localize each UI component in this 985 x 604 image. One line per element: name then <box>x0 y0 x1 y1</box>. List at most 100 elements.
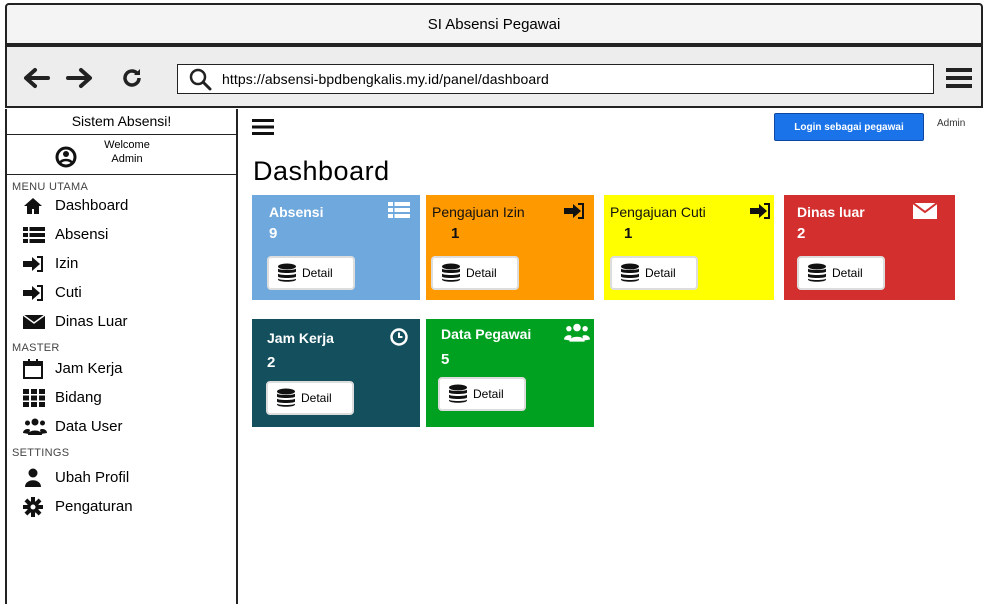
sidebar-item-dinas-luar[interactable]: Dinas Luar <box>7 307 236 336</box>
sidebar-item-label: Ubah Profil <box>55 469 130 486</box>
card-count: 1 <box>451 225 460 242</box>
card-count: 9 <box>269 225 278 242</box>
sidebar-item-pengaturan[interactable]: Pengaturan <box>7 492 236 521</box>
user-circle-icon <box>55 146 77 168</box>
login-as-employee-button[interactable]: Login sebagai pegawai <box>774 113 924 141</box>
users-icon <box>23 418 49 436</box>
database-icon <box>808 263 826 282</box>
user-icon <box>23 468 49 488</box>
detail-button[interactable]: Detail <box>438 377 526 411</box>
browser-window: SI Absensi Pegawai https://absensi-bpdbe… <box>0 0 985 604</box>
envelope-icon <box>23 313 49 330</box>
sidebar-item-label: Bidang <box>55 389 102 406</box>
section-settings: SETTINGS <box>12 447 70 459</box>
reload-icon <box>123 69 141 87</box>
envelope-icon <box>913 203 937 219</box>
database-icon <box>277 388 295 407</box>
back-button[interactable] <box>21 63 51 93</box>
grid-icon <box>23 388 49 407</box>
card-count: 5 <box>441 351 450 368</box>
menu-icon <box>946 68 972 88</box>
sidebar-item-label: Izin <box>55 255 79 272</box>
cog-icon <box>23 496 49 517</box>
arrow-left-icon <box>24 68 50 88</box>
detail-label: Detail <box>473 387 504 401</box>
card-dinas-luar: Dinas luar 2 Detail <box>784 195 955 300</box>
user-name: Admin <box>111 153 143 165</box>
detail-label: Detail <box>302 266 333 280</box>
list-icon <box>23 226 49 244</box>
browser-toolbar: https://absensi-bpdbengkalis.my.id/panel… <box>5 45 983 108</box>
card-title: Pengajuan Izin <box>432 204 525 220</box>
card-jam-kerja: Jam Kerja 2 Detail <box>252 319 420 427</box>
card-absensi: Absensi 9 Detail <box>252 195 420 300</box>
window-titlebar: SI Absensi Pegawai <box>5 3 983 45</box>
card-count: 2 <box>267 354 276 371</box>
detail-button[interactable]: Detail <box>610 256 698 290</box>
detail-label: Detail <box>832 266 863 280</box>
sign-in-icon <box>23 284 49 301</box>
card-title: Data Pegawai <box>441 326 532 342</box>
sidebar-item-izin[interactable]: Izin <box>7 249 236 278</box>
browser-menu-button[interactable] <box>944 65 974 93</box>
detail-label: Detail <box>301 391 332 405</box>
database-icon <box>449 384 467 403</box>
card-count: 1 <box>624 225 633 242</box>
sidebar: Sistem Absensi! Welcome Admin MENU UTAMA… <box>5 109 238 604</box>
main-content: Login sebagai pegawai Admin Dashboard Ab… <box>240 109 983 604</box>
card-title: Pengajuan Cuti <box>610 204 706 220</box>
sidebar-brand: Sistem Absensi! <box>7 109 236 135</box>
sign-in-icon <box>750 203 770 219</box>
users-icon <box>564 323 590 342</box>
address-bar[interactable]: https://absensi-bpdbengkalis.my.id/panel… <box>177 64 934 94</box>
sidebar-item-jam-kerja[interactable]: Jam Kerja <box>7 354 236 383</box>
sidebar-item-bidang[interactable]: Bidang <box>7 383 236 412</box>
sidebar-item-dashboard[interactable]: Dashboard <box>7 191 236 220</box>
card-title: Jam Kerja <box>267 330 334 346</box>
sign-in-icon <box>23 255 49 272</box>
sidebar-item-label: Pengaturan <box>55 498 133 515</box>
hamburger-menu-icon[interactable] <box>252 118 274 136</box>
database-icon <box>621 263 639 282</box>
sidebar-item-label: Cuti <box>55 284 82 301</box>
detail-button[interactable]: Detail <box>431 256 519 290</box>
sidebar-item-label: Dinas Luar <box>55 313 128 330</box>
clock-icon <box>390 328 408 346</box>
sidebar-item-label: Jam Kerja <box>55 360 123 377</box>
card-count: 2 <box>797 225 806 242</box>
sidebar-item-label: Dashboard <box>55 197 129 214</box>
detail-button[interactable]: Detail <box>266 381 354 415</box>
detail-label: Detail <box>645 266 676 280</box>
window-title: SI Absensi Pegawai <box>427 15 561 33</box>
sign-in-icon <box>564 203 584 219</box>
user-panel: Welcome Admin <box>7 135 236 175</box>
database-icon <box>278 263 296 282</box>
card-pengajuan-cuti: Pengajuan Cuti 1 Detail <box>604 195 774 300</box>
reload-button[interactable] <box>117 63 147 93</box>
detail-button[interactable]: Detail <box>267 256 355 290</box>
page-title: Dashboard <box>253 156 390 186</box>
url-text[interactable]: https://absensi-bpdbengkalis.my.id/panel… <box>222 71 549 87</box>
home-icon <box>23 197 49 215</box>
detail-label: Detail <box>466 266 497 280</box>
card-data-pegawai: Data Pegawai 5 Detail <box>426 319 594 427</box>
sidebar-item-cuti[interactable]: Cuti <box>7 278 236 307</box>
detail-button[interactable]: Detail <box>797 256 885 290</box>
calendar-icon <box>23 358 49 379</box>
search-icon <box>189 68 212 91</box>
admin-label[interactable]: Admin <box>937 118 965 129</box>
arrow-right-icon <box>66 68 92 88</box>
list-icon <box>388 202 410 218</box>
card-title: Dinas luar <box>797 204 865 220</box>
sidebar-item-label: Data User <box>55 418 123 435</box>
sidebar-item-ubah-profil[interactable]: Ubah Profil <box>7 463 236 492</box>
forward-button[interactable] <box>65 63 95 93</box>
sidebar-item-data-user[interactable]: Data User <box>7 412 236 441</box>
database-icon <box>442 263 460 282</box>
section-master: MASTER <box>12 342 60 354</box>
welcome-label: Welcome <box>104 139 150 151</box>
sidebar-item-absensi[interactable]: Absensi <box>7 220 236 249</box>
welcome-text: Welcome Admin <box>103 138 151 166</box>
card-pengajuan-izin: Pengajuan Izin 1 Detail <box>426 195 594 300</box>
card-title: Absensi <box>269 204 324 220</box>
